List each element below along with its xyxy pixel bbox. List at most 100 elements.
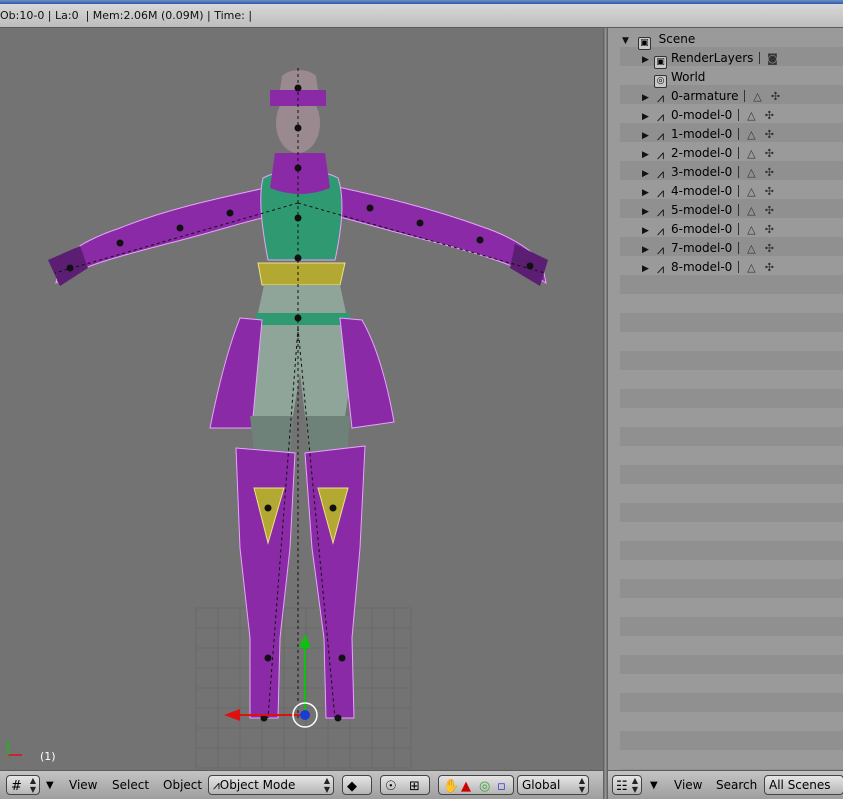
divider	[738, 223, 740, 235]
selectable-icon[interactable]: ✣	[769, 87, 781, 106]
divider	[738, 204, 740, 216]
editor-type-button[interactable]: ☷ ▲ ▼	[612, 775, 642, 795]
orientation-dropdown[interactable]: Global ▲ ▼	[517, 775, 589, 795]
view-menu[interactable]: View	[674, 778, 702, 792]
viewport-scene[interactable]	[0, 28, 603, 770]
armature-icon: ⩘	[656, 205, 665, 220]
editor-type-button[interactable]: # ▲ ▼	[6, 775, 40, 795]
scene-label: Scene	[658, 32, 696, 46]
selectable-icon[interactable]: ✣	[763, 163, 775, 182]
outliner-item[interactable]: ▶ ⩘ 0-model-0 △ ✣	[642, 106, 781, 125]
scope-label: All Scenes	[769, 778, 831, 792]
armature-icon: ⩘	[656, 91, 665, 106]
divider	[738, 166, 740, 178]
selectable-icon[interactable]: ✣	[763, 182, 775, 201]
outliner-item-label[interactable]: 6-model-0	[671, 222, 732, 236]
selectable-icon[interactable]: ✣	[763, 201, 775, 220]
updown-icon: ▲ ▼	[631, 776, 638, 794]
scope-dropdown[interactable]: All Scenes	[764, 775, 843, 795]
selectable-icon[interactable]: ✣	[763, 106, 775, 125]
outliner-item[interactable]: ▶ ⩘ 2-model-0 △ ✣	[642, 144, 781, 163]
shading-icon: ◆	[347, 779, 357, 794]
expand-icon[interactable]: ▶	[642, 260, 654, 279]
visibility-icon[interactable]: △	[745, 201, 757, 220]
outliner-scene-row[interactable]: ▼ ▣ Scene	[622, 30, 696, 51]
outliner-item[interactable]: ▶ ▣ RenderLayers ◙	[642, 49, 784, 69]
visibility-icon[interactable]: △	[745, 258, 757, 277]
collapse-menu-icon[interactable]: ▼	[650, 780, 658, 791]
outliner-item-label[interactable]: 0-armature	[671, 89, 738, 103]
outliner-item[interactable]: ▶ ⩘ 7-model-0 △ ✣	[642, 239, 781, 258]
right-boot	[304, 445, 366, 719]
outliner-item-label[interactable]: World	[671, 70, 705, 84]
armature-icon: ⩘	[656, 110, 665, 125]
armature-icon: ⩘	[656, 186, 665, 201]
render-icon[interactable]: ◙	[766, 49, 778, 68]
armature-icon: ⩘	[656, 262, 665, 277]
visibility-icon[interactable]: △	[751, 87, 763, 106]
viewport-header: # ▲ ▼ ▼ View Select Object ⩘Object Mode ▲…	[0, 770, 603, 799]
hand-icon: ✋	[443, 779, 460, 794]
selectable-icon[interactable]: ✣	[763, 144, 775, 163]
outliner-item-label[interactable]: 7-model-0	[671, 241, 732, 255]
visibility-icon[interactable]: △	[745, 182, 757, 201]
outliner-item-label[interactable]: 2-model-0	[671, 146, 732, 160]
outliner-item-label[interactable]: 8-model-0	[671, 260, 732, 274]
collapse-icon[interactable]: ▼	[622, 32, 634, 51]
manipulator-buttons[interactable]: ✋ ▲ ◎ ▫	[438, 775, 514, 795]
outliner-item-label[interactable]: 1-model-0	[671, 127, 732, 141]
mode-label: Object Mode	[219, 778, 296, 792]
outliner-item[interactable]: ▶ ⩘ 4-model-0 △ ✣	[642, 182, 781, 201]
outliner-item[interactable]: ◎ World	[642, 68, 705, 88]
3d-viewport[interactable]: (1)	[0, 28, 603, 770]
search-menu[interactable]: Search	[716, 778, 757, 792]
pivot-icon: ☉	[385, 779, 397, 794]
scene-stats: Ob:10-0 | La:0 | Mem:2.06M (0.09M) | Tim…	[0, 9, 253, 22]
outliner-item[interactable]: ▶ ⩘ 3-model-0 △ ✣	[642, 163, 781, 182]
grid-icon: #	[11, 779, 22, 794]
floor-grid	[195, 607, 412, 769]
select-menu[interactable]: Select	[112, 778, 149, 792]
outliner-item[interactable]: ▶ ⩘ 8-model-0 △ ✣	[642, 258, 781, 277]
outliner-item-label[interactable]: 4-model-0	[671, 184, 732, 198]
selectable-icon[interactable]: ✣	[763, 239, 775, 258]
armature-bones	[54, 68, 546, 722]
outliner-item-label[interactable]: 5-model-0	[671, 203, 732, 217]
visibility-icon[interactable]: △	[745, 239, 757, 258]
orientation-label: Global	[522, 778, 561, 792]
outliner-item-label[interactable]: 0-model-0	[671, 108, 732, 122]
outliner-item[interactable]: ▶ ⩘ 0-armature △ ✣	[642, 87, 787, 106]
visibility-icon[interactable]: △	[745, 106, 757, 125]
frame-number: (1)	[40, 750, 56, 763]
armature-icon: ⩘	[656, 167, 665, 182]
selectable-icon[interactable]: ✣	[763, 220, 775, 239]
divider	[738, 147, 740, 159]
visibility-icon[interactable]: △	[745, 144, 757, 163]
outliner-item-label[interactable]: RenderLayers	[671, 51, 753, 65]
pivot-snap-buttons[interactable]: ☉ ⊞	[380, 775, 430, 795]
outliner[interactable]: ▼ ▣ Scene ▶ ▣ RenderLayers ◙ ◎ World ▶ ⩘ 0-armat…	[608, 28, 843, 770]
outliner-item[interactable]: ▶ ⩘ 1-model-0 △ ✣	[642, 125, 781, 144]
outliner-item[interactable]: ▶ ⩘ 6-model-0 △ ✣	[642, 220, 781, 239]
armature-icon: ⩘	[656, 148, 665, 163]
visibility-icon[interactable]: △	[745, 220, 757, 239]
outliner-item[interactable]: ▶ ⩘ 5-model-0 △ ✣	[642, 201, 781, 220]
info-bar: Ob:10-0 | La:0 | Mem:2.06M (0.09M) | Tim…	[0, 4, 843, 28]
skirt-right	[339, 317, 395, 429]
outliner-item-label[interactable]: 3-model-0	[671, 165, 732, 179]
waist-band	[257, 262, 346, 286]
updown-icon: ▲ ▼	[29, 776, 36, 794]
collapse-menu-icon[interactable]: ▼	[46, 780, 54, 791]
visibility-icon[interactable]: △	[745, 125, 757, 144]
scale-icon: ▫	[497, 779, 506, 794]
mode-dropdown[interactable]: ⩘Object Mode ▲ ▼	[208, 775, 334, 795]
view-menu[interactable]: View	[69, 778, 97, 792]
visibility-icon[interactable]: △	[745, 163, 757, 182]
outliner-header: ☷ ▲ ▼ ▼ View Search All Scenes	[608, 770, 843, 799]
outliner-icon: ☷	[616, 779, 628, 794]
selectable-icon[interactable]: ✣	[763, 125, 775, 144]
axis-indicator	[7, 740, 22, 756]
selectable-icon[interactable]: ✣	[763, 258, 775, 277]
draw-type-button[interactable]: ◆	[342, 775, 372, 795]
object-menu[interactable]: Object	[163, 778, 202, 792]
